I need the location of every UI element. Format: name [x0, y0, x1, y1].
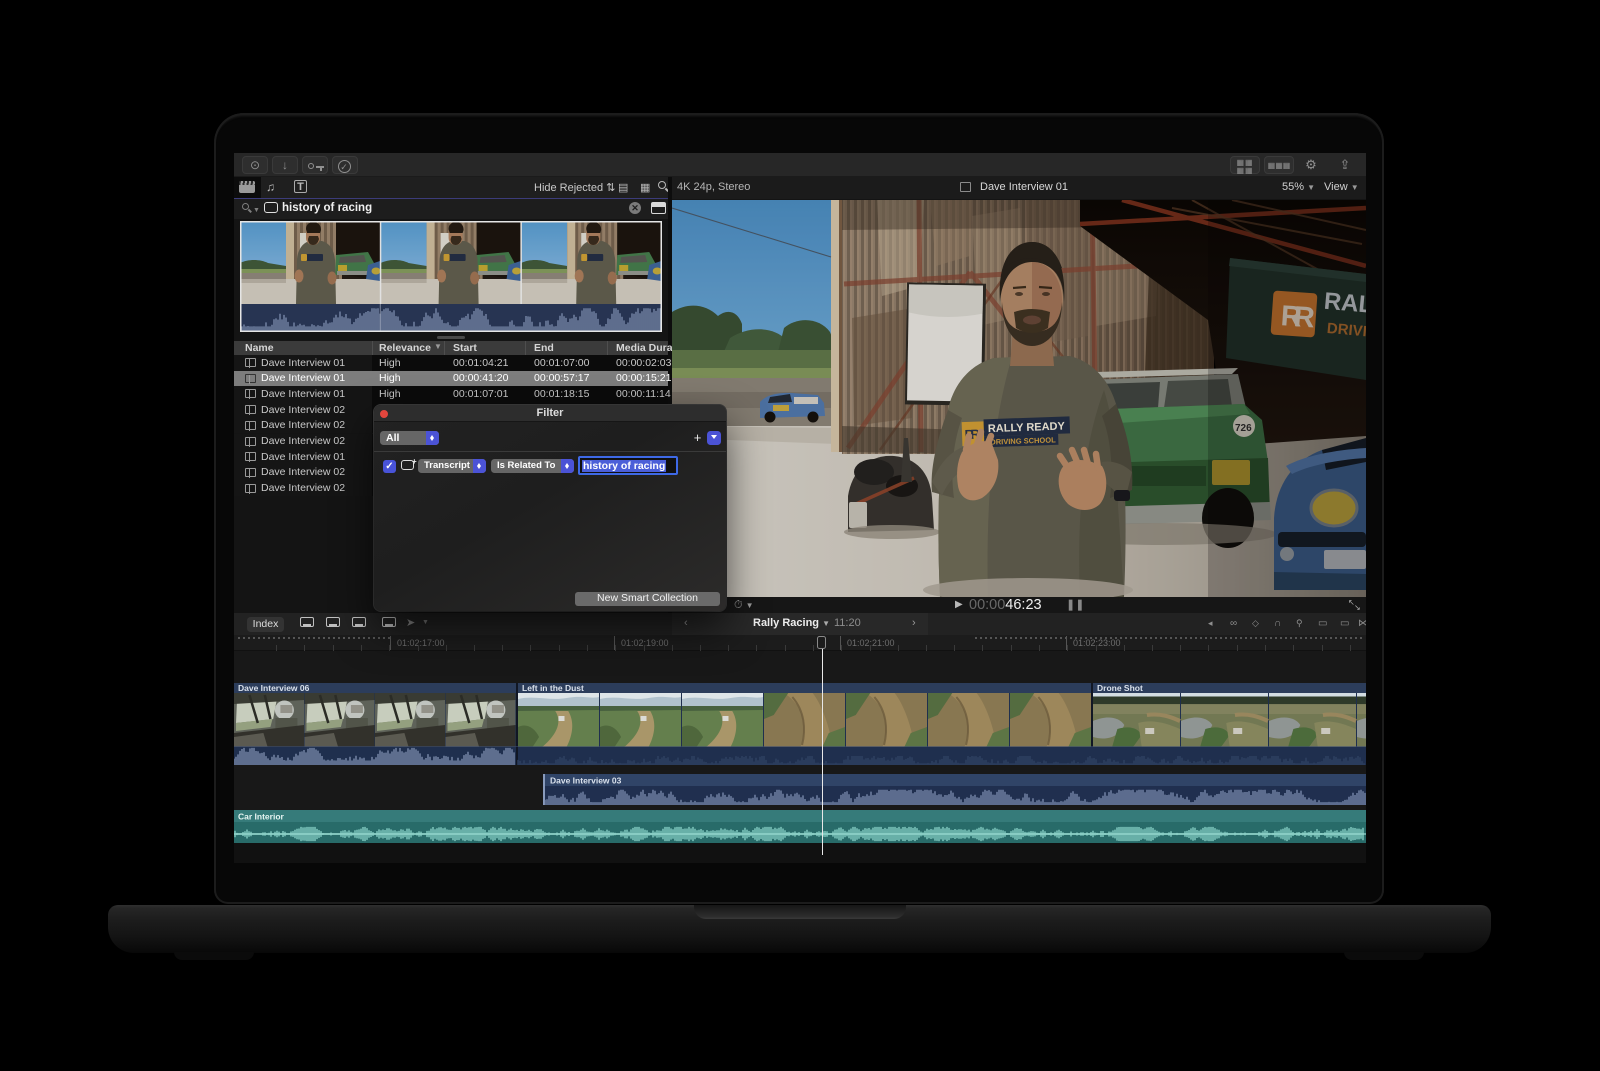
- svg-text:Dave Interview 03: Dave Interview 03: [550, 776, 622, 786]
- svg-text:Car Interior: Car Interior: [238, 812, 285, 822]
- svg-text:Dave Interview 06: Dave Interview 06: [238, 683, 310, 693]
- svg-text:Drone Shot: Drone Shot: [1097, 683, 1143, 693]
- svg-text:Left in the Dust: Left in the Dust: [522, 683, 584, 693]
